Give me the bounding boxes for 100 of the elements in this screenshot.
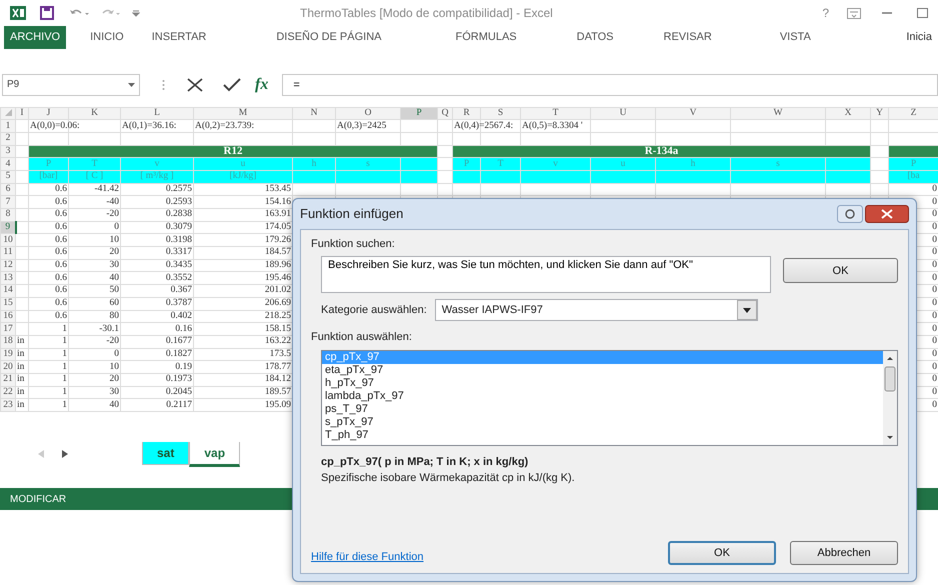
row-header[interactable]: 9 <box>0 221 16 234</box>
table-cell: 1 <box>28 335 68 348</box>
column-header[interactable]: M <box>194 107 292 120</box>
row-header[interactable]: 21 <box>0 373 16 386</box>
list-item[interactable]: ps_T_97 <box>322 402 883 416</box>
ribbon-tab[interactable]: INICIO <box>84 26 130 48</box>
ribbon-tab[interactable]: DATOS <box>570 26 620 48</box>
customize-caret-icon[interactable] <box>132 9 140 17</box>
list-item[interactable]: eta_pTx_97 <box>322 364 883 377</box>
row-header[interactable]: 3 <box>0 145 16 158</box>
help-button[interactable]: ? <box>822 4 829 22</box>
row-header[interactable]: 15 <box>0 297 16 310</box>
save-icon[interactable] <box>40 6 54 20</box>
row-header[interactable]: 22 <box>0 386 16 399</box>
table-header-cell: v <box>120 158 194 170</box>
table-header-cell: [bar] <box>28 170 68 184</box>
insert-function-button[interactable]: fx <box>249 72 274 96</box>
list-item[interactable]: lambda_pTx_97 <box>322 390 883 403</box>
ribbon-tab[interactable]: DISEÑO DE PÁGINA <box>270 26 388 48</box>
column-header[interactable]: Z <box>888 107 938 120</box>
table-cell: A(0,1)=36.16: <box>122 120 176 131</box>
list-item[interactable]: T_ph_97 <box>322 428 883 442</box>
table-cell: 50 <box>68 284 120 298</box>
ribbon-tab[interactable]: FÓRMULAS <box>450 26 523 48</box>
table-cell: 0.6 <box>28 246 68 260</box>
row-header[interactable]: 4 <box>0 158 16 170</box>
row-header[interactable]: 14 <box>0 284 16 298</box>
column-header[interactable]: Q <box>438 107 452 120</box>
excel-logo-icon <box>10 6 26 20</box>
row-header[interactable]: 12 <box>0 259 16 272</box>
scroll-right-icon[interactable] <box>62 450 68 458</box>
row-header[interactable]: 5 <box>0 170 16 184</box>
dropdown-caret-icon[interactable] <box>128 82 135 86</box>
cancel-button[interactable]: Abbrechen <box>790 541 898 565</box>
column-header[interactable]: I <box>16 107 28 120</box>
row-header[interactable]: 1 <box>0 120 16 132</box>
caret-icon[interactable] <box>736 300 757 320</box>
close-icon[interactable] <box>865 204 909 223</box>
table-header-cell: [ C ] <box>68 170 120 184</box>
row-header[interactable]: 2 <box>0 132 16 146</box>
row-header[interactable]: 16 <box>0 310 16 323</box>
go-button[interactable]: OK <box>783 258 898 284</box>
ribbon-display-icon[interactable] <box>847 8 861 18</box>
formula-field[interactable]: = <box>282 74 938 96</box>
row-header[interactable]: 17 <box>0 322 16 336</box>
column-header[interactable]: L <box>120 107 194 120</box>
help-icon[interactable] <box>837 204 863 223</box>
maximize-icon[interactable] <box>917 8 928 18</box>
column-header[interactable]: K <box>68 107 120 120</box>
function-list[interactable]: cp_pTx_97 eta_pTx_97 h_pTx_97 lambda_pTx_97 ps_T_97 s_pTx_97 T_ph_97 <box>321 350 898 446</box>
table-cell: 0.1677 <box>120 335 194 348</box>
search-field[interactable]: Beschreiben Sie kurz, was Sie tun möchten, und klicken Sie dann auf "OK" <box>321 256 771 294</box>
sheet-tab[interactable]: vap <box>189 442 240 467</box>
row-header[interactable]: 19 <box>0 348 16 361</box>
category-dropdown[interactable]: Wasser IAPWS-IF97 <box>434 299 758 322</box>
ok-button[interactable]: OK <box>668 541 776 565</box>
help-link[interactable]: Hilfe für diese Funktion <box>311 548 424 565</box>
table-cell: in <box>16 398 28 412</box>
ribbon-tab[interactable]: INSERTAR <box>146 26 212 48</box>
table-cell: 0.6 <box>28 221 68 234</box>
column-header[interactable]: X <box>826 107 870 120</box>
table-title-cell: R12 <box>28 145 438 158</box>
check-icon[interactable] <box>223 78 241 92</box>
dialog-title: Funktion einfügen <box>300 205 404 224</box>
table-cell: 1 <box>28 360 68 374</box>
list-item[interactable]: s_pTx_97 <box>322 416 883 429</box>
row-header[interactable]: 7 <box>0 196 16 208</box>
list-item[interactable]: h_pTx_97 <box>322 376 883 390</box>
row-header[interactable]: 23 <box>0 398 16 412</box>
column-header[interactable]: J <box>28 107 68 120</box>
ribbon-tab[interactable]: Inicia <box>900 26 938 48</box>
column-header[interactable]: W <box>730 107 826 120</box>
column-header[interactable]: T <box>520 107 590 120</box>
table-cell: 20 <box>68 373 120 386</box>
column-header[interactable]: U <box>590 107 656 120</box>
column-header[interactable]: Y <box>870 107 888 120</box>
table-cell: 0.6 <box>28 196 68 208</box>
column-header[interactable]: O <box>336 107 400 120</box>
row-header[interactable]: 20 <box>0 360 16 374</box>
row-header[interactable]: 11 <box>0 246 16 260</box>
column-header[interactable]: S <box>480 107 520 120</box>
sheet-tab[interactable]: sat <box>142 442 190 465</box>
row-header[interactable]: 8 <box>0 208 16 222</box>
column-header[interactable]: V <box>656 107 730 120</box>
ribbon-tab[interactable]: REVISAR <box>658 26 718 48</box>
name-box[interactable]: P9 <box>2 74 140 96</box>
scrollbar[interactable] <box>883 350 897 445</box>
row-header[interactable]: 6 <box>0 183 16 196</box>
column-header[interactable]: P <box>400 107 438 120</box>
field-label: Kategorie auswählen: <box>321 303 427 318</box>
table-cell: 0.3079 <box>120 221 194 234</box>
table-header-cell: h <box>292 158 336 170</box>
cancel-icon[interactable] <box>187 78 203 92</box>
row-header[interactable]: 10 <box>0 234 16 247</box>
table-cell: 153.45 <box>194 183 292 196</box>
column-header[interactable]: R <box>452 107 480 120</box>
ribbon-tab[interactable]: VISTA <box>774 26 817 48</box>
row-header[interactable]: 13 <box>0 272 16 285</box>
column-header[interactable]: N <box>292 107 336 120</box>
row-header[interactable]: 18 <box>0 335 16 348</box>
